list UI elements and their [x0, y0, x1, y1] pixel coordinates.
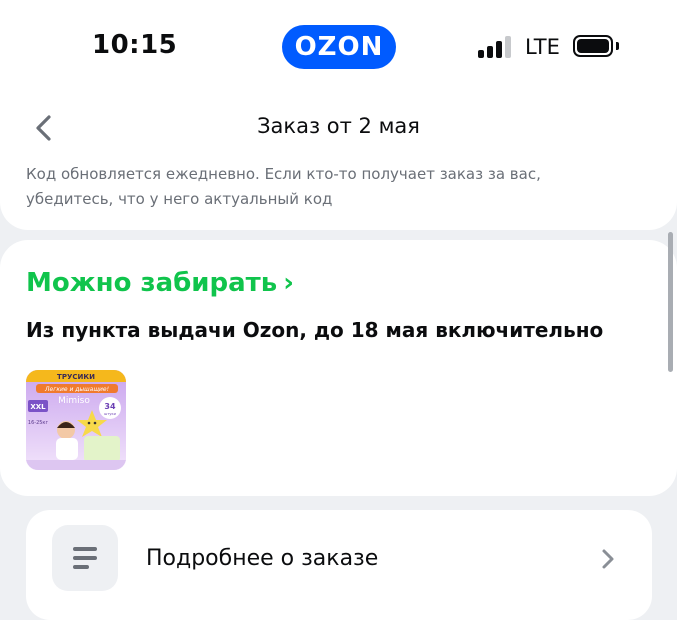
order-details-label: Подробнее о заказе: [146, 546, 379, 571]
package-text: штуки: [104, 412, 116, 416]
scrollbar[interactable]: [668, 232, 673, 372]
battery-tip: [616, 42, 619, 50]
pickup-info: Из пункта выдачи Ozon, до 18 мая включит…: [26, 318, 604, 342]
order-status-label: Можно забирать: [26, 268, 278, 298]
chevron-right-icon: ›: [283, 268, 294, 298]
chevron-right-icon: [602, 549, 614, 569]
ozon-logo: OZON: [282, 25, 396, 69]
page-title: Заказ от 2 мая: [257, 114, 420, 138]
battery-icon: [573, 35, 613, 57]
network-type: LTE: [525, 35, 560, 59]
package-text: 34: [104, 402, 116, 411]
package-text: Mimiso: [58, 396, 90, 406]
diaper-package-image: ТРУСИКИ Легкие и дышащие! Mimiso XXL 16-…: [26, 370, 126, 470]
package-text: Легкие и дышащие!: [44, 386, 109, 393]
list-icon-container: [52, 525, 118, 591]
package-text: 16-25кг: [28, 420, 49, 426]
product-thumbnail[interactable]: ТРУСИКИ Легкие и дышащие! Mimiso XXL 16-…: [26, 370, 126, 470]
status-time: 10:15: [92, 30, 178, 60]
order-status-link[interactable]: Можно забирать ›: [26, 268, 294, 298]
list-icon: [73, 547, 97, 569]
package-text: XXL: [30, 403, 46, 411]
pickup-code-hint: Код обновляется ежедневно. Если кто-то п…: [26, 165, 541, 208]
signal-icon: [478, 36, 514, 58]
package-text: ТРУСИКИ: [57, 373, 95, 381]
